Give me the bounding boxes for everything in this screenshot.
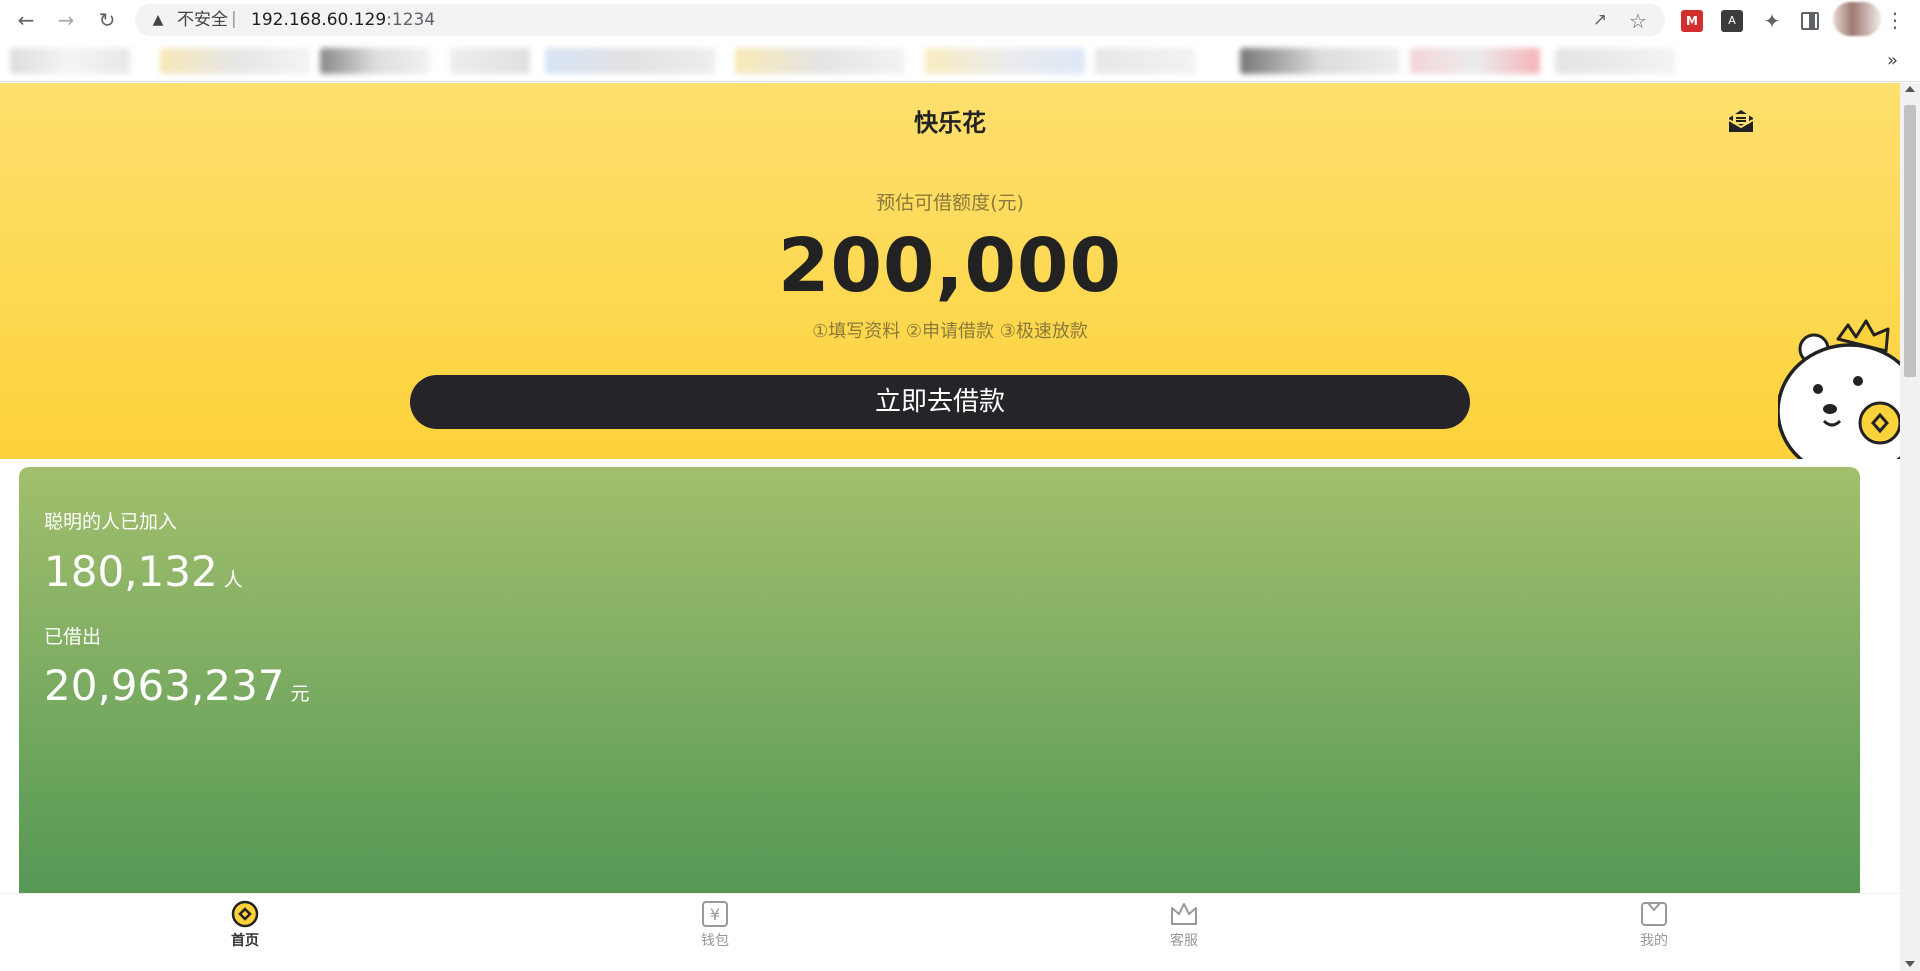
bookmark-item[interactable] [545,48,715,74]
scroll-up-arrow-icon[interactable] [1905,86,1915,92]
bottom-tab-bar: 首页 ¥ 钱包 客服 我的 [0,893,1900,971]
wallet-yen-icon: ¥ [702,901,728,927]
hero-banner: 快乐花 预估可借额度(元) 200,000 ①填写资料 ②申请借款 ③极速放款 … [0,83,1900,459]
bookmark-item[interactable] [1410,48,1540,74]
extensions-puzzle-icon[interactable]: ✦ [1761,10,1783,32]
bookmark-item[interactable] [160,48,310,74]
bookmark-item[interactable] [450,48,530,74]
bookmark-item[interactable] [320,48,430,74]
tab-wallet[interactable]: ¥ 钱包 [655,894,775,954]
svg-text:¥: ¥ [710,905,720,924]
forward-arrow-icon[interactable]: → [52,6,80,34]
tab-profile[interactable]: 我的 [1594,894,1714,954]
joined-count: 180,132 人 [44,547,243,596]
share-icon[interactable]: ↗ [1589,10,1611,32]
url-port: :1234 [386,10,436,30]
menu-dots-icon[interactable]: ⋮ [1885,8,1905,32]
tab-service[interactable]: 客服 [1124,894,1244,954]
bookmark-item[interactable] [1240,48,1400,74]
scroll-down-arrow-icon[interactable] [1905,961,1915,967]
lent-amount: 20,963,237 元 [44,661,310,710]
url-text[interactable]: 192.168.60.129:1234 [251,10,435,30]
back-arrow-icon[interactable]: ← [12,6,40,34]
bookmark-item[interactable] [1555,48,1675,74]
bear-mascot-icon [1778,319,1900,459]
message-envelope-icon[interactable] [1727,108,1755,134]
tab-wallet-label: 钱包 [701,933,729,949]
tab-service-label: 客服 [1170,933,1198,949]
bookmark-item[interactable] [925,48,1085,74]
tab-home-label: 首页 [231,933,259,949]
joined-unit: 人 [223,569,243,591]
page-scrollbar[interactable] [1900,83,1920,971]
tab-profile-label: 我的 [1640,933,1668,949]
url-host: 192.168.60.129 [251,10,387,30]
joined-value: 180,132 [44,547,218,596]
more-bookmarks-chevron[interactable]: » [1887,50,1898,71]
joined-label: 聪明的人已加入 [44,511,178,533]
customer-service-crown-icon [1171,903,1197,925]
profile-avatar[interactable] [1833,2,1881,36]
lent-value: 20,963,237 [44,661,285,710]
loan-steps: ①填写资料 ②申请借款 ③极速放款 [812,321,1088,342]
scroll-thumb[interactable] [1904,105,1916,377]
reload-icon[interactable]: ↻ [93,6,121,34]
security-label: 不安全 [177,10,228,30]
extension-red-icon[interactable]: M [1681,10,1703,32]
extension-dark-icon[interactable]: A [1721,10,1743,32]
address-bar[interactable]: ▲ 不安全 | 192.168.60.129:1234 ↗ ☆ [135,4,1665,36]
bookmark-item[interactable] [10,48,130,74]
limit-amount: 200,000 [777,223,1123,309]
bookmarks-bar: » [0,40,1920,82]
warning-icon: ▲ [152,12,164,28]
borrow-now-button[interactable]: 立即去借款 [410,375,1470,429]
browser-toolbar: ← → ↻ ▲ 不安全 | 192.168.60.129:1234 ↗ ☆ M … [0,0,1920,40]
bookmark-item[interactable] [1095,48,1195,74]
limit-label: 预估可借额度(元) [876,192,1024,214]
url-separator: | [231,9,237,29]
home-coin-icon [231,900,259,928]
lent-label: 已借出 [44,626,102,648]
profile-icon [1641,902,1667,926]
tab-home[interactable]: 首页 [185,894,305,954]
side-panel-icon[interactable] [1801,12,1819,30]
bookmark-item[interactable] [735,48,905,74]
bookmark-star-icon[interactable]: ☆ [1627,9,1649,33]
page-viewport: 快乐花 预估可借额度(元) 200,000 ①填写资料 ②申请借款 ③极速放款 … [0,83,1900,971]
page-title: 快乐花 [914,109,986,137]
lent-unit: 元 [290,683,310,705]
